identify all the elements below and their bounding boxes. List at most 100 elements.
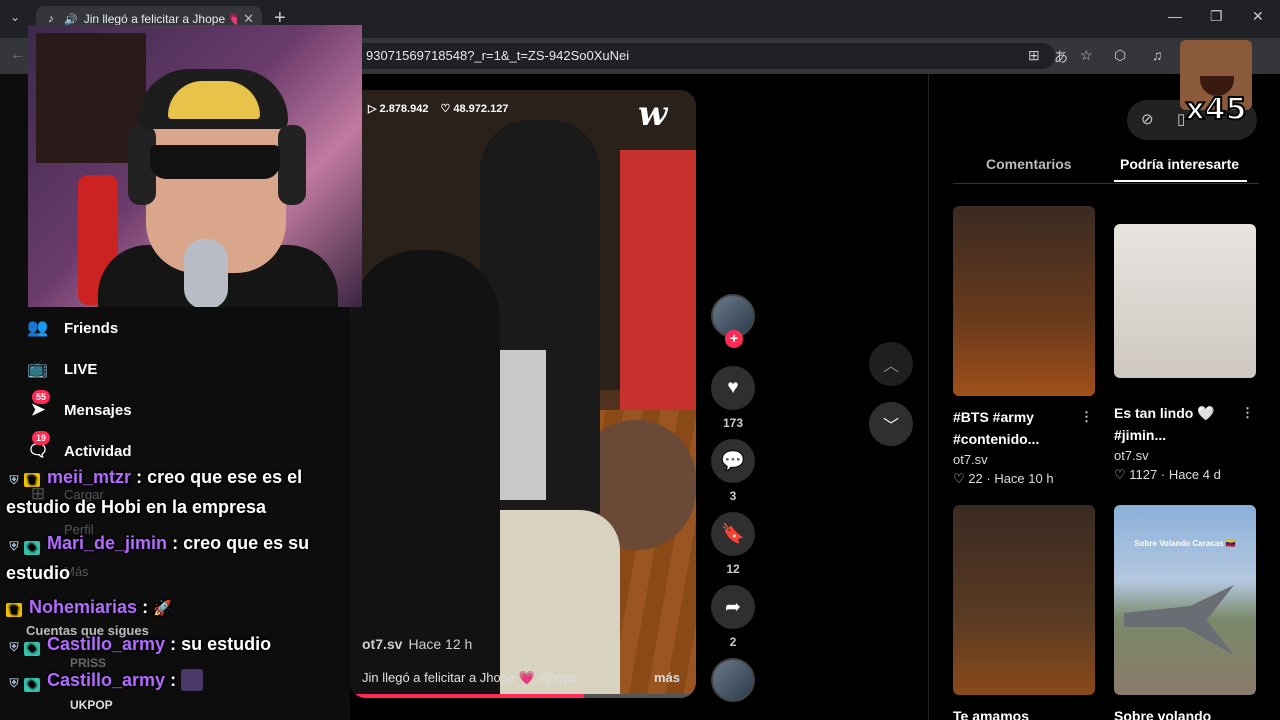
sidebar-item-live[interactable]: 📺 LIVE [26, 357, 97, 381]
next-video-button[interactable]: ﹀ [869, 402, 913, 446]
sunglasses [150, 145, 280, 179]
music-disc-avatar[interactable] [711, 658, 755, 702]
video-player[interactable]: ▷ 2.878.942 ♡ 48.972.127 w ot7.sv Hace 12… [350, 90, 696, 698]
video-card[interactable]: Sobre Volando Caracas 🇻🇪 Sobre volando [1114, 505, 1256, 720]
share-action[interactable]: ➦ 2 [710, 585, 756, 649]
close-window-icon[interactable]: ✕ [1252, 8, 1264, 25]
heart-outline-icon: ♡ [440, 103, 454, 115]
bookmark-icon[interactable]: 🔖 [711, 512, 755, 556]
screen: ⌄ ♪ 🔊 Jin llegó a felicitar a Jhope 💗 ✕ … [0, 0, 1280, 720]
avatar[interactable]: + [711, 294, 755, 348]
card-time: Hace 10 h [994, 471, 1054, 486]
video-thumbnail[interactable] [953, 206, 1095, 396]
restore-icon[interactable]: ❐ [1210, 8, 1223, 25]
follow-plus-icon[interactable]: + [725, 330, 743, 348]
thumbnail-text: Sobre Volando Caracas 🇻🇪 [1134, 539, 1236, 548]
music-disc[interactable] [710, 658, 756, 702]
rocket-emote-icon: 🚀 [153, 600, 172, 617]
crown-badge-icon: ♛ [24, 473, 40, 487]
url-field[interactable]: 93071569718548?_r=1&_t=ZS-942So0XuNei [300, 43, 1055, 69]
video-card[interactable]: Te amamos [953, 505, 1095, 720]
caption-more-link[interactable]: más [654, 670, 680, 685]
card-user[interactable]: ot7.sv [1114, 448, 1256, 463]
compass-icon[interactable]: ⊘ [1141, 110, 1154, 128]
total-likes: 48.972.127 [453, 103, 509, 115]
extensions-icon[interactable]: ⬡ [1114, 47, 1126, 64]
shield-badge-icon: ⛨ [9, 640, 19, 654]
chat-username: Castillo_army [47, 670, 166, 690]
card-title: Te amamos [953, 708, 1029, 720]
crown-badge-icon: ♛ [6, 603, 22, 617]
video-thumbnail[interactable] [1114, 224, 1256, 378]
video-time: Hace 12 h [408, 636, 473, 652]
collections-icon[interactable]: ♫ [1152, 47, 1163, 63]
activity-badge: 19 [32, 431, 51, 445]
card-time: Hace 4 d [1168, 467, 1221, 482]
save-action[interactable]: 🔖 12 [710, 512, 756, 576]
video-author[interactable]: ot7.sv Hace 12 h [362, 636, 472, 652]
chat-text: : su estudio [170, 634, 272, 654]
comment-icon[interactable]: 💬 [711, 439, 755, 483]
video-thumbnail[interactable] [953, 505, 1095, 695]
previous-video-button[interactable]: ︿ [869, 342, 913, 386]
sidebar-item-label: Mensajes [64, 401, 132, 419]
more-options-icon[interactable]: ⋮ [1080, 406, 1093, 428]
tab-podria-interesarte[interactable]: Podría interesarte [1113, 156, 1248, 182]
emote-icon [181, 669, 204, 691]
chat-username: Nohemiarias [29, 597, 138, 617]
video-card[interactable]: Es tan lindo 🤍 #jimin... ⋮ ot7.sv ♡ 1127 … [1114, 224, 1256, 483]
translate-icon[interactable]: あ [1054, 47, 1068, 67]
share-arrow-icon[interactable]: ➦ [711, 585, 755, 629]
heart-outline-icon: ♡ [953, 471, 969, 486]
creator-avatar[interactable]: + [710, 294, 756, 348]
video-progress-fill [354, 694, 584, 698]
share-count: 2 [729, 635, 737, 649]
microphone [184, 239, 228, 307]
webcam-overlay [28, 25, 362, 307]
minimize-icon[interactable]: — [1168, 8, 1182, 24]
heart-outline-icon: ♡ [1114, 467, 1130, 482]
weverse-logo: w [638, 94, 668, 134]
video-thumbnail[interactable]: Sobre Volando Caracas 🇻🇪 [1114, 505, 1256, 695]
chat-username: Castillo_army [47, 634, 166, 654]
chat-message: ⛨ ◆ Mari_de_jimin : creo que es su estudi… [6, 528, 346, 588]
video-progress-bar[interactable] [354, 694, 692, 698]
favorite-star-icon[interactable]: ☆ [1080, 47, 1093, 64]
card-user[interactable]: ot7.sv [953, 452, 1095, 467]
chat-message: ⛨ ♛ meii_mtzr : creo que ese es el estudi… [6, 462, 346, 522]
sidebar-item-label: Friends [64, 319, 119, 337]
stream-chat: ⛨ ♛ meii_mtzr : creo que ese es el estudi… [0, 462, 350, 720]
live-tv-icon: 📺 [27, 359, 49, 378]
card-title: #BTS #army #contenido... [953, 409, 1040, 447]
sidebar-item-messages[interactable]: ➤ 55 Mensajes [26, 390, 132, 422]
comment-action[interactable]: 💬 3 [710, 439, 756, 503]
card-title: Es tan lindo 🤍 #jimin... [1114, 405, 1215, 443]
sidebar-item-activity[interactable]: 🗨 19 Actividad [26, 431, 132, 463]
heart-icon[interactable]: ♥ [711, 366, 755, 410]
sidebar-item-friends[interactable]: 👥 Friends [26, 316, 118, 340]
video-stats: ▷ 2.878.942 ♡ 48.972.127 [368, 102, 508, 115]
panel-tabs: Comentarios Podría interesarte [953, 156, 1259, 184]
like-action[interactable]: ♥ 173 [710, 366, 756, 430]
reaction-multiplier: x45 [1184, 91, 1247, 128]
like-count: 173 [722, 416, 744, 430]
reaction-overlay: x45 [1180, 40, 1252, 132]
comment-count: 3 [729, 489, 737, 503]
chat-username: Mari_de_jimin [47, 533, 168, 553]
card-title: Sobre volando [1114, 708, 1212, 720]
sub-badge-icon: ◆ [24, 642, 40, 656]
play-count: 2.878.942 [379, 103, 429, 115]
back-arrow-icon[interactable]: ← [10, 46, 26, 64]
tiktok-favicon-icon: ♪ [48, 13, 54, 25]
tab-comentarios[interactable]: Comentarios [986, 156, 1072, 172]
video-card[interactable]: #BTS #army #contenido... ⋮ ot7.sv ♡ 22 · … [953, 206, 1095, 487]
plane-image [1124, 585, 1234, 655]
sub-badge-icon: ◆ [24, 541, 40, 555]
app-available-icon[interactable]: ⊞ [1028, 47, 1040, 64]
speaker-icon[interactable]: 🔊 [64, 13, 78, 26]
friends-icon: 👥 [27, 318, 49, 337]
chat-text: : [142, 597, 149, 617]
tab-list-icon[interactable]: ⌄ [10, 10, 20, 24]
sub-badge-icon: ◆ [24, 678, 40, 692]
more-options-icon[interactable]: ⋮ [1241, 402, 1254, 424]
